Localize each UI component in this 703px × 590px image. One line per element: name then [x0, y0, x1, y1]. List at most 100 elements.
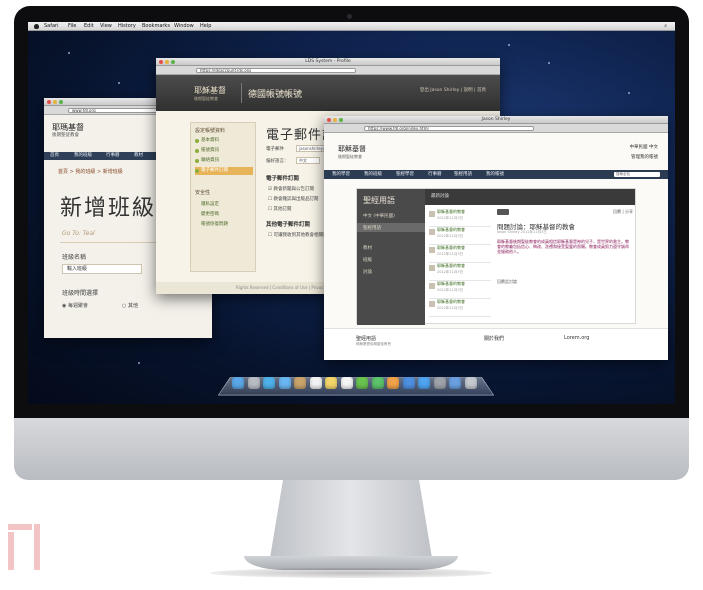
- list-item-title: 耶穌基督的教會: [437, 281, 465, 286]
- mail-icon[interactable]: [278, 377, 291, 389]
- radio-weekly[interactable]: ◉ 每週聚會: [62, 302, 88, 309]
- itunes-icon[interactable]: [402, 377, 415, 389]
- class-name-field[interactable]: 輸入班級: [62, 264, 142, 274]
- window-titlebar[interactable]: LDS System - Profile: [156, 58, 500, 66]
- finder-icon[interactable]: [232, 377, 244, 389]
- browser-window-discussion[interactable]: Jason Shirley https://www.fdl.org/index.…: [324, 116, 668, 360]
- subscription-checkbox[interactable]: ☐ 教會雜誌與出版品訂閱: [268, 196, 318, 202]
- nav-item[interactable]: 聖經用語: [454, 170, 472, 179]
- sidebar-item[interactable]: 隱私設定: [195, 201, 253, 209]
- sidebar-item[interactable]: 帳號資訊: [195, 147, 253, 155]
- safari-icon[interactable]: [263, 377, 275, 389]
- article-actions[interactable]: 回覆 | 分享: [613, 209, 633, 215]
- notes-icon[interactable]: [325, 377, 337, 389]
- list-item-meta: 2012年11月3日: [437, 288, 464, 292]
- panel-sidebar-item[interactable]: 班級: [363, 257, 372, 263]
- site-logo[interactable]: 耶穌基督: [338, 144, 366, 154]
- nav-item[interactable]: 聖經學習: [396, 170, 414, 179]
- sidebar-item-label: 隱私設定: [201, 202, 219, 207]
- subscription-checkbox[interactable]: ☑ 教會新聞與公告訂閱: [268, 186, 314, 192]
- breadcrumb[interactable]: 首頁 > 我的班級 > 新增班級: [58, 168, 123, 175]
- nav-item[interactable]: 我的班級: [364, 170, 382, 179]
- menu-item[interactable]: View: [100, 22, 112, 31]
- nav-item[interactable]: 我的帳號: [486, 170, 504, 179]
- footer-column-title[interactable]: 關於我們: [484, 335, 504, 342]
- discussion-header-label: 最新討論: [431, 194, 449, 199]
- close-icon[interactable]: [47, 100, 51, 104]
- list-item[interactable]: 耶穌基督的教會 2012年11月3日: [429, 299, 491, 317]
- address-bar[interactable]: https://www.fdl.org/index.html: [364, 126, 534, 131]
- sidebar-item[interactable]: 聯絡資訊: [195, 157, 253, 165]
- sidebar-item[interactable]: 基本資料: [195, 137, 253, 145]
- account-link[interactable]: 管理我的帳號: [631, 154, 658, 160]
- checkbox-label: 其他訂閱: [273, 207, 292, 212]
- page-title: 新增班級: [60, 196, 157, 221]
- zoom-icon[interactable]: [59, 100, 63, 104]
- imac-chin: [14, 418, 689, 480]
- language-select[interactable]: 中文: [296, 157, 320, 164]
- menu-item[interactable]: History: [118, 22, 136, 31]
- panel-sidebar-item[interactable]: 聖經用語: [363, 225, 381, 231]
- site-logo-subtitle: 後期聖徒教會: [338, 154, 362, 159]
- nav-item[interactable]: 我的學習: [332, 170, 350, 179]
- address-bar[interactable]: www.fdl.org: [68, 108, 168, 113]
- language-link[interactable]: 中華民國 中文: [630, 144, 658, 150]
- calendar-icon[interactable]: [309, 377, 322, 389]
- sidebar-item[interactable]: 變更密碼: [195, 211, 253, 219]
- subscription-checkbox[interactable]: ☐ 可讓我收到其他教會相關訊息: [268, 232, 332, 238]
- trash-icon[interactable]: [464, 377, 477, 389]
- menu-item[interactable]: Window: [174, 22, 194, 31]
- thumbnail-icon: [429, 229, 435, 235]
- contacts-icon[interactable]: [294, 377, 306, 389]
- subscription-checkbox[interactable]: ☐ 其他訂閱: [268, 206, 291, 212]
- panel-sidebar-item[interactable]: 教材: [363, 245, 372, 251]
- header-user-links[interactable]: 登出 Jason Shirley | 說明 | 首頁: [420, 87, 486, 93]
- section-heading: 其他電子郵件訂閱: [266, 222, 311, 228]
- panel-sidebar-item[interactable]: 討論: [363, 269, 372, 275]
- appstore-icon[interactable]: [418, 377, 430, 389]
- site-logo-subtitle: 後期聖徒教會: [194, 96, 218, 101]
- footer-column-title[interactable]: Lorem.org: [564, 335, 589, 341]
- facetime-icon[interactable]: [371, 377, 384, 389]
- photos-icon[interactable]: [387, 377, 399, 389]
- menu-item[interactable]: Help: [200, 22, 211, 31]
- nav-item[interactable]: 教材: [134, 152, 143, 160]
- list-item[interactable]: 耶穌基督的教會 2012年11月3日: [429, 227, 491, 245]
- browser-toolbar: https://www.fdl.org/index.html: [324, 124, 668, 133]
- window-title: LDS System - Profile: [305, 59, 351, 64]
- reminders-icon[interactable]: [340, 377, 353, 389]
- site-logo[interactable]: 耶穌基督: [194, 85, 226, 96]
- nav-item[interactable]: 行事曆: [106, 152, 120, 160]
- window-titlebar[interactable]: Jason Shirley: [324, 116, 668, 124]
- site-navbar: 我的學習 我的班級 聖經學習 行事曆 聖經用語 我的帳號 搜尋全站: [324, 170, 668, 179]
- search-input[interactable]: 搜尋全站: [614, 172, 660, 177]
- footer-column-title[interactable]: 聖經用語: [356, 335, 376, 342]
- section-heading: 電子郵件訂閱: [266, 176, 300, 182]
- menu-item[interactable]: Safari: [44, 22, 59, 31]
- sidebar-item-active[interactable]: 電子郵件訂閱: [195, 167, 253, 175]
- reply-link[interactable]: 回覆此討論: [497, 279, 517, 285]
- folder-icon[interactable]: [449, 377, 461, 389]
- menu-item[interactable]: File: [68, 22, 76, 31]
- messages-icon[interactable]: [356, 377, 368, 389]
- address-bar[interactable]: https://ldsaccount.lds.org: [196, 68, 356, 73]
- radio-other[interactable]: ○ 其他: [122, 302, 138, 309]
- panel-sidebar-item[interactable]: 中文 (中華民國): [363, 213, 395, 219]
- spotlight-icon[interactable]: ⌕: [664, 22, 667, 31]
- apple-icon[interactable]: [34, 24, 39, 29]
- imac-shadow: [210, 568, 492, 578]
- list-item[interactable]: 耶穌基督的教會 2012年11月3日: [429, 245, 491, 263]
- nav-item[interactable]: 首頁: [50, 152, 59, 160]
- sidebar-item[interactable]: 帳號恢復問題: [195, 221, 253, 229]
- nav-item[interactable]: 我的班級: [74, 152, 92, 160]
- menu-item[interactable]: Edit: [84, 22, 94, 31]
- list-item[interactable]: 耶穌基督的教會 2012年11月3日: [429, 281, 491, 299]
- list-item[interactable]: 耶穌基督的教會 2012年11月3日: [429, 209, 491, 227]
- launchpad-icon[interactable]: [247, 377, 260, 389]
- preferences-icon[interactable]: [433, 377, 446, 389]
- menu-item[interactable]: Bookmarks: [142, 22, 170, 31]
- nav-item[interactable]: 行事曆: [428, 170, 442, 179]
- header-divider: [241, 83, 242, 103]
- minimize-icon[interactable]: [53, 100, 57, 104]
- list-item[interactable]: 耶穌基督的教會 2012年11月3日: [429, 263, 491, 281]
